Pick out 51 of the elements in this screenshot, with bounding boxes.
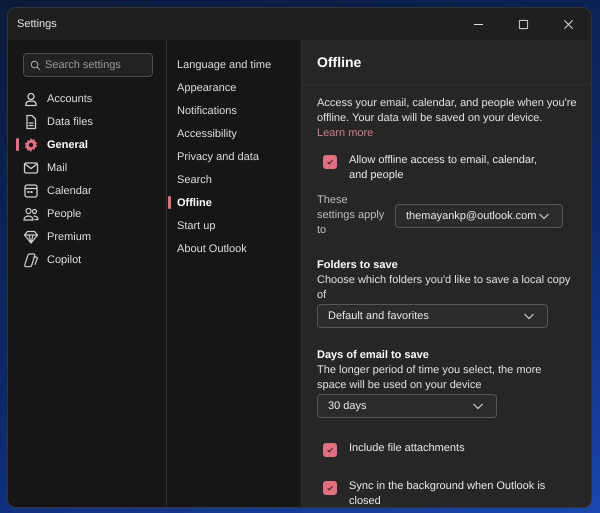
section-hint: Choose which folders you'd like to save a local copy of xyxy=(317,273,572,303)
search-icon xyxy=(30,60,41,71)
subnav-item[interactable]: Notifications xyxy=(177,104,237,116)
page-title: Offline xyxy=(317,54,362,70)
search-field[interactable]: Search settings xyxy=(23,53,153,77)
checkbox-label: Include file attachments xyxy=(349,441,465,456)
diamond-icon xyxy=(23,228,39,244)
nav-item[interactable]: People xyxy=(23,206,82,222)
selection-indicator xyxy=(168,196,171,209)
subnav-item[interactable]: Search xyxy=(177,174,212,186)
mail-icon xyxy=(23,160,39,176)
nav-item[interactable]: Calendar xyxy=(23,182,92,198)
maximize-icon xyxy=(518,18,529,30)
checkmark-icon xyxy=(326,158,334,166)
calendar-icon xyxy=(23,182,39,198)
dropdown[interactable]: themayankp@outlook.com xyxy=(395,204,563,228)
person-icon xyxy=(23,90,39,106)
description-text: Access your email, calendar, and people when you're offline. Your data will be saved on your device. Learn more xyxy=(317,96,577,141)
section-heading: Days of email to save xyxy=(317,348,430,363)
checkbox[interactable] xyxy=(323,155,337,169)
learn-more-link[interactable]: Learn more xyxy=(317,127,374,139)
subnav-item[interactable]: Privacy and data xyxy=(177,150,259,162)
settings-icon xyxy=(23,136,39,152)
people-icon xyxy=(23,206,39,222)
dropdown[interactable]: Default and favorites xyxy=(317,304,548,328)
window-title: Settings xyxy=(16,18,57,30)
section-heading: Folders to save xyxy=(317,258,399,273)
nav-item[interactable]: Mail xyxy=(23,160,68,176)
checkbox[interactable] xyxy=(323,443,337,457)
field-label: These settings apply to xyxy=(317,193,385,238)
subnav-item[interactable]: Start up xyxy=(177,220,216,232)
checkbox[interactable] xyxy=(323,481,337,495)
nav-item[interactable]: Accounts xyxy=(23,90,92,106)
selection-indicator xyxy=(16,138,19,151)
close-icon xyxy=(563,18,574,30)
subnav-item[interactable]: Appearance xyxy=(177,82,236,94)
nav-item[interactable]: General xyxy=(23,136,88,152)
dropdown[interactable]: 30 days xyxy=(317,394,497,418)
checkbox-label: Sync in the background when Outlook is closed xyxy=(349,479,546,507)
subnav-item[interactable]: Accessibility xyxy=(177,128,237,140)
nav-item[interactable]: Copilot xyxy=(23,252,82,268)
checkbox-label: Allow offline access to email, calendar, and people xyxy=(349,153,538,183)
checkmark-icon xyxy=(326,446,334,454)
nav-item[interactable]: Data files xyxy=(23,114,93,130)
subnav-item[interactable]: Language and time xyxy=(177,58,272,70)
checkmark-icon xyxy=(326,484,334,492)
copilot-icon xyxy=(23,252,39,268)
subnav-item[interactable]: About Outlook xyxy=(177,242,247,254)
nav-item[interactable]: Premium xyxy=(23,228,92,244)
subnav-item[interactable]: Offline xyxy=(177,196,212,208)
section-hint: The longer period of time you select, the more space will be used on your device xyxy=(317,363,542,393)
